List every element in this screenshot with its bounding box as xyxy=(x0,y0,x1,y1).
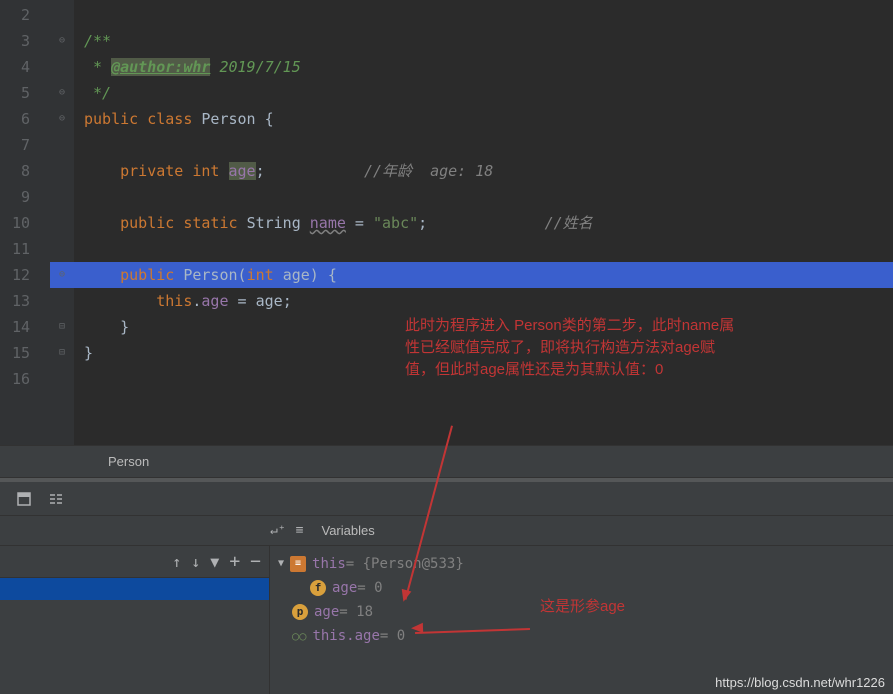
filter-icon[interactable]: ▼ xyxy=(210,553,219,571)
fold-icon[interactable]: ⊖ xyxy=(50,106,74,132)
keyword: class xyxy=(147,110,201,128)
keyword: int xyxy=(247,266,283,284)
annotation-step2: 此时为程序进入 Person类的第二步，此时name属性已经赋值完成了，即将执行… xyxy=(405,315,735,381)
down-icon[interactable]: ↓ xyxy=(191,553,200,571)
fold-icon[interactable]: ⊖ xyxy=(50,262,74,288)
doc-date: 2019/7/15 xyxy=(210,58,300,76)
frames-toolbar: ↑ ↓ ▼ + − xyxy=(0,546,269,578)
variables-label: Variables xyxy=(321,523,374,538)
var-value: = {Person@533} xyxy=(346,552,464,576)
annotation-param: 这是形参age xyxy=(540,595,625,616)
threads-icon[interactable] xyxy=(44,487,68,511)
keyword: public xyxy=(84,110,147,128)
line-num: 13 xyxy=(0,288,30,314)
line-num: 6 xyxy=(0,106,30,132)
line-num: 9 xyxy=(0,184,30,210)
string-literal: "abc" xyxy=(373,214,418,232)
paren-close: ) { xyxy=(310,266,337,284)
paren: ( xyxy=(238,266,247,284)
comment: //年龄 age: 18 xyxy=(364,162,493,180)
semicolon: ; xyxy=(283,292,292,310)
variables-header: ↵⁺ ≡ Variables xyxy=(0,516,893,546)
line-num: 15 xyxy=(0,340,30,366)
line-gutter: 2 3 4 5 6 7 8 9 10 11 12 13 14 15 16 xyxy=(0,0,50,445)
remove-icon[interactable]: − xyxy=(250,551,261,572)
fold-end-icon[interactable]: ⊟ xyxy=(50,340,74,366)
fold-icon[interactable]: ⊖ xyxy=(50,80,74,106)
line-num: 5 xyxy=(0,80,30,106)
var-name: this xyxy=(312,552,346,576)
equals: = xyxy=(346,214,373,232)
var-watch-thisage[interactable]: ○○ this.age = 0 xyxy=(270,624,893,648)
variables-tree[interactable]: ▼ ≡ this = {Person@533} f age = 0 p age … xyxy=(270,546,893,694)
line-num: 14 xyxy=(0,314,30,340)
selected-frame[interactable] xyxy=(0,578,269,600)
brace: } xyxy=(84,344,93,362)
line-num: 11 xyxy=(0,236,30,262)
brace: { xyxy=(265,110,274,128)
semicolon: ; xyxy=(256,162,265,180)
param-age: age xyxy=(283,266,310,284)
author-tag: @author:whr xyxy=(111,58,210,76)
keyword-this: this xyxy=(156,292,192,310)
line-num: 4 xyxy=(0,54,30,80)
class-name: Person xyxy=(201,110,264,128)
semicolon: ; xyxy=(418,214,427,232)
watermark: https://blog.csdn.net/whr1226 xyxy=(715,675,885,690)
var-value: = 0 xyxy=(357,576,382,600)
doc-comment: /** xyxy=(84,32,111,50)
watch-icon: ○○ xyxy=(292,624,306,648)
var-name: this.age xyxy=(312,624,379,648)
type: String xyxy=(247,214,310,232)
fold-icon[interactable]: ⊖ xyxy=(50,28,74,54)
var-this[interactable]: ▼ ≡ this = {Person@533} xyxy=(270,552,893,576)
line-num: 3 xyxy=(0,28,30,54)
restore-layout-icon[interactable]: ↵⁺ xyxy=(270,523,286,538)
line-num: 7 xyxy=(0,132,30,158)
constructor-name: Person xyxy=(183,266,237,284)
line-num: 8 xyxy=(0,158,30,184)
object-icon: ≡ xyxy=(290,556,306,572)
debug-toolbar xyxy=(0,482,893,516)
comment: //姓名 xyxy=(545,214,593,232)
equals: = xyxy=(229,292,256,310)
add-icon[interactable]: + xyxy=(229,551,240,572)
arrow-head-icon xyxy=(411,623,423,633)
doc-comment: */ xyxy=(84,84,111,102)
brace: } xyxy=(120,318,129,336)
var-name: age xyxy=(332,576,357,600)
tab-person[interactable]: Person xyxy=(108,454,149,469)
field-ref: age xyxy=(201,292,228,310)
doc-comment: * xyxy=(84,58,111,76)
calculator-icon[interactable] xyxy=(12,487,36,511)
line-num: 2 xyxy=(0,2,30,28)
fold-end-icon[interactable]: ⊟ xyxy=(50,314,74,340)
menu-icon[interactable]: ≡ xyxy=(296,523,304,538)
field-icon: f xyxy=(310,580,326,596)
param-icon: p xyxy=(292,604,308,620)
field-name: name xyxy=(310,214,346,232)
keyword: static xyxy=(183,214,246,232)
var-name: age xyxy=(314,600,339,624)
debug-panel: ↑ ↓ ▼ + − ▼ ≡ this = {Person@533} f age … xyxy=(0,546,893,694)
var-value: = 0 xyxy=(380,624,405,648)
expand-icon[interactable]: ▼ xyxy=(278,552,284,576)
param-ref: age xyxy=(256,292,283,310)
line-num: 10 xyxy=(0,210,30,236)
active-line: public Person(int age) { xyxy=(74,262,893,288)
frames-list[interactable] xyxy=(0,578,269,600)
keyword: public xyxy=(120,266,183,284)
fold-column: ⊖⊖ ⊖ ⊖⊟⊟ xyxy=(50,0,74,445)
keyword: private xyxy=(120,162,192,180)
field-age: age xyxy=(229,162,256,180)
line-num: 16 xyxy=(0,366,30,392)
keyword: public xyxy=(120,214,183,232)
keyword: int xyxy=(192,162,228,180)
line-num: 12 xyxy=(0,262,30,288)
frames-column: ↑ ↓ ▼ + − xyxy=(0,546,270,694)
up-icon[interactable]: ↑ xyxy=(172,553,181,571)
var-value: = 18 xyxy=(339,600,373,624)
